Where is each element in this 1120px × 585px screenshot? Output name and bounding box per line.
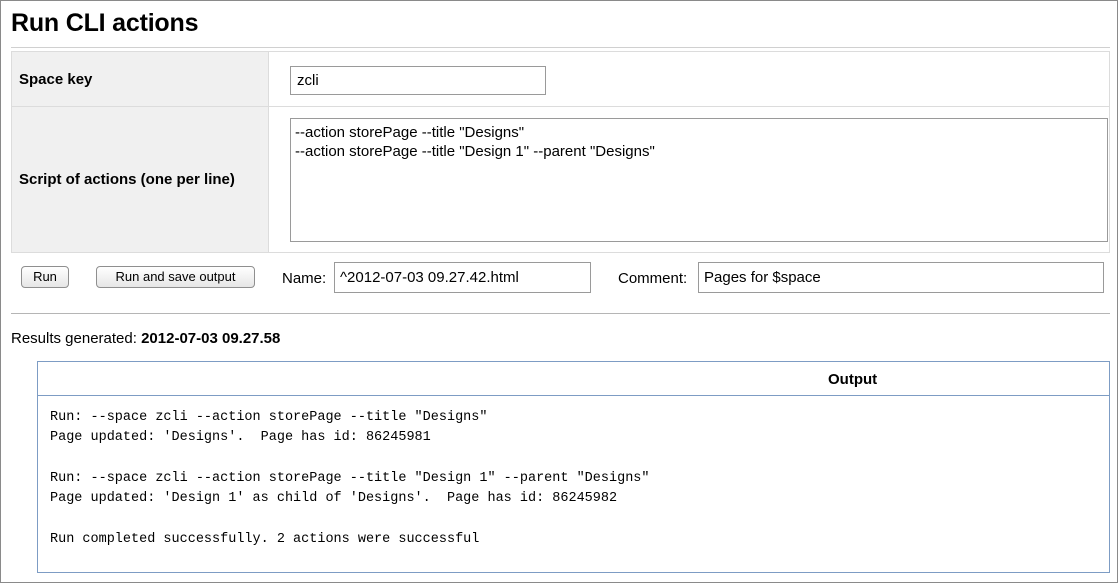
script-cell: --action storePage --title "Designs" --a…: [268, 106, 1110, 253]
comment-input[interactable]: [698, 262, 1104, 293]
output-header: Output: [38, 362, 1109, 396]
space-key-label: Space key: [11, 51, 269, 107]
output-line: Page updated: 'Designs'. Page has id: 86…: [50, 430, 431, 446]
output-line: Run completed successfully. 2 actions we…: [50, 531, 480, 547]
run-button[interactable]: Run: [21, 266, 69, 288]
output-line: Run: --space zcli --action storePage --t…: [50, 410, 488, 425]
comment-label: Comment:: [618, 270, 688, 287]
page-title: Run CLI actions: [11, 9, 199, 37]
name-label: Name:: [282, 270, 327, 287]
output-title: Output: [828, 371, 878, 388]
output-panel: Output Run: --space zcli --action storeP…: [37, 361, 1110, 573]
parameters-form: Space key Script of actions (one per lin…: [11, 51, 1110, 253]
output-line: Page updated: 'Design 1' as child of 'De…: [50, 491, 618, 507]
results-prefix: Results generated:: [11, 330, 142, 347]
script-label: Script of actions (one per line): [11, 106, 269, 253]
run-and-save-button[interactable]: Run and save output: [96, 266, 255, 288]
space-key-cell: [268, 51, 1110, 107]
title-divider: [11, 47, 1110, 48]
results-line: Results generated: 2012-07-03 09.27.58: [11, 330, 280, 347]
section-divider: [11, 313, 1110, 314]
results-timestamp: 2012-07-03 09.27.58: [141, 330, 281, 347]
output-body: Run: --space zcli --action storePage --t…: [38, 396, 1109, 550]
script-textarea[interactable]: --action storePage --title "Designs" --a…: [290, 118, 1108, 242]
space-key-input[interactable]: [290, 65, 546, 95]
output-line: Run: --space zcli --action storePage --t…: [50, 470, 650, 486]
name-input[interactable]: [334, 262, 591, 293]
